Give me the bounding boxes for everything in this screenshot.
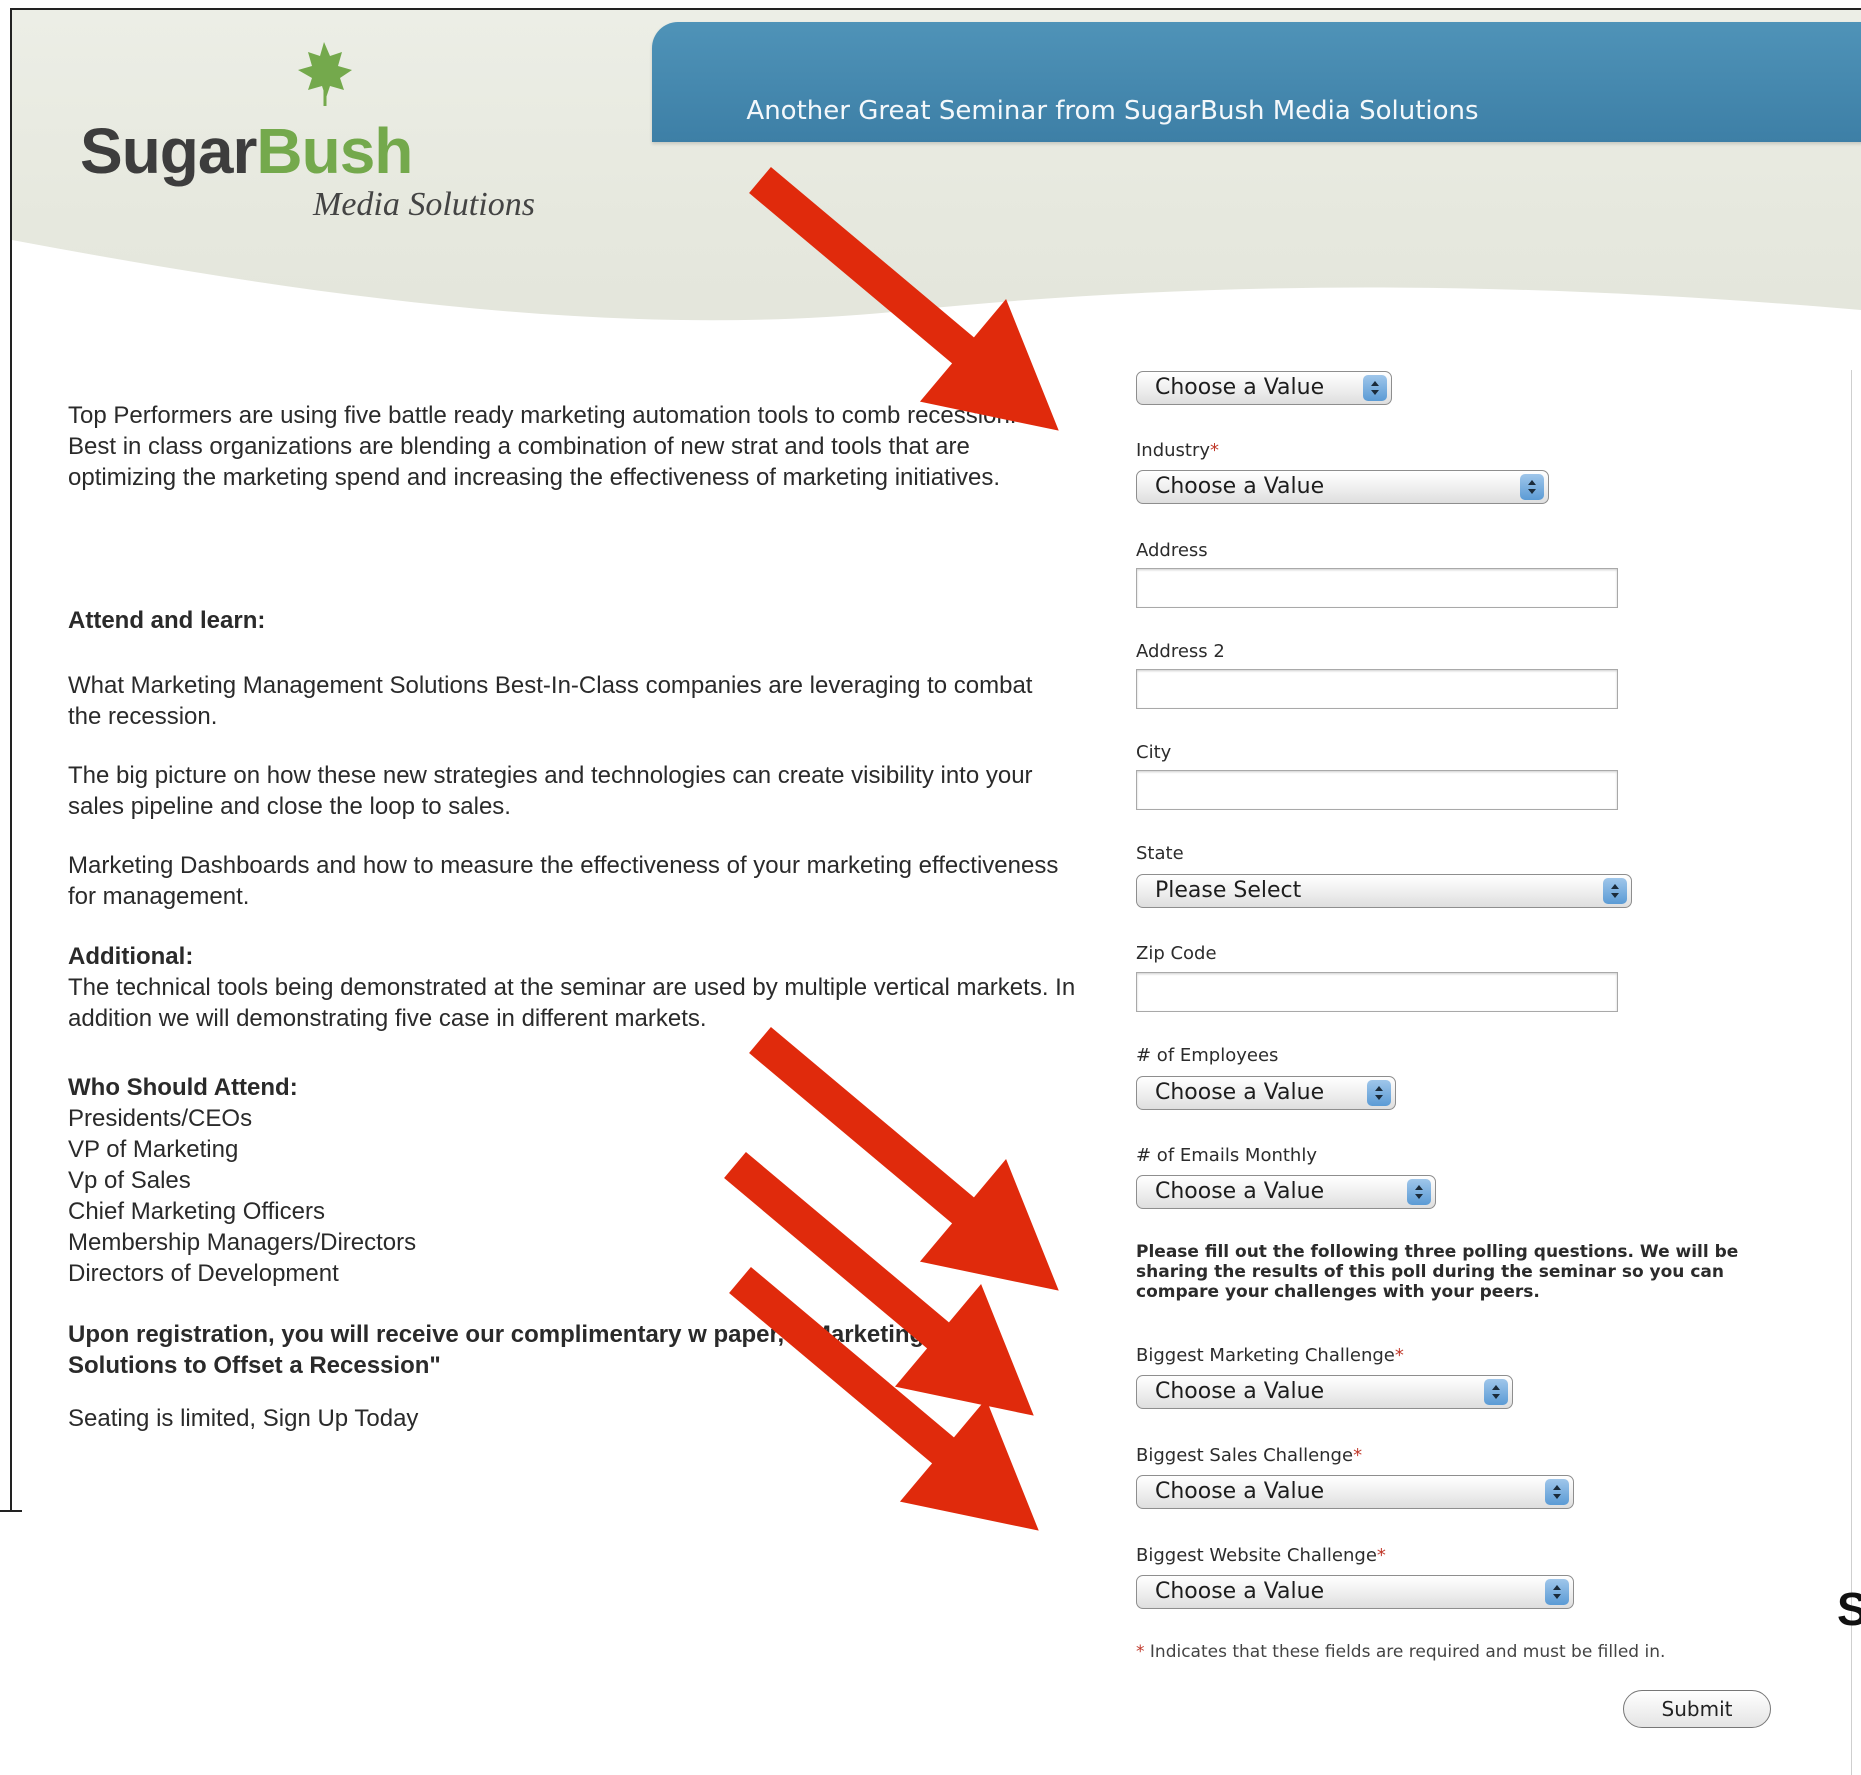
industry-select-value: Choose a Value <box>1155 474 1325 499</box>
required-marker: * <box>1376 1545 1386 1566</box>
address-label: Address <box>1136 540 1208 561</box>
select-arrows-icon <box>1484 1379 1508 1405</box>
additional-heading: Additional: <box>68 943 194 970</box>
attend-heading: Attend and learn: <box>68 607 266 634</box>
emails-select[interactable]: Choose a Value <box>1136 1175 1436 1209</box>
learn-point: Marketing Dashboards and how to measure … <box>68 852 1059 910</box>
address2-field[interactable] <box>1136 669 1618 709</box>
marketing-challenge-select[interactable]: Choose a Value <box>1136 1375 1513 1409</box>
additional-text: The technical tools being demonstrated a… <box>68 974 1076 1032</box>
intro-paragraph: Top Performers are using five battle rea… <box>68 402 1017 491</box>
zip-label: Zip Code <box>1136 943 1217 964</box>
website-challenge-label-text: Biggest Website Challenge <box>1136 1545 1377 1566</box>
seating-text: Seating is limited, Sign Up Today <box>68 1405 419 1432</box>
website-challenge-select[interactable]: Choose a Value <box>1136 1575 1574 1609</box>
cut-off-letter: S <box>1837 1583 1861 1635</box>
who-item: Presidents/CEOs <box>68 1105 253 1132</box>
zip-field[interactable] <box>1136 972 1618 1012</box>
top-select[interactable]: Choose a Value <box>1136 371 1392 405</box>
emails-label: # of Emails Monthly <box>1136 1145 1317 1166</box>
who-item: Chief Marketing Officers <box>68 1198 325 1225</box>
who-item: VP of Marketing <box>68 1136 239 1163</box>
marketing-challenge-value: Choose a Value <box>1155 1379 1325 1404</box>
select-arrows-icon <box>1407 1179 1431 1205</box>
select-arrows-icon <box>1545 1579 1569 1605</box>
website-challenge-label: Biggest Website Challenge* <box>1136 1545 1386 1566</box>
address2-label: Address 2 <box>1136 641 1225 662</box>
submit-button[interactable]: Submit <box>1623 1690 1771 1728</box>
required-note: * Indicates that these fields are requir… <box>1136 1642 1665 1662</box>
top-select-value: Choose a Value <box>1155 375 1325 400</box>
sales-challenge-label-text: Biggest Sales Challenge <box>1136 1445 1354 1466</box>
learn-point: The big picture on how these new strateg… <box>68 762 1033 820</box>
poll-intro: Please fill out the following three poll… <box>1136 1242 1739 1302</box>
sales-challenge-select[interactable]: Choose a Value <box>1136 1475 1574 1509</box>
who-heading: Who Should Attend: <box>68 1074 298 1101</box>
employees-select-value: Choose a Value <box>1155 1080 1325 1105</box>
emails-select-value: Choose a Value <box>1155 1179 1325 1204</box>
state-select[interactable]: Please Select <box>1136 874 1632 908</box>
industry-label: Industry* <box>1136 440 1219 461</box>
state-label: State <box>1136 843 1184 864</box>
website-challenge-value: Choose a Value <box>1155 1579 1325 1604</box>
address-field[interactable] <box>1136 568 1618 608</box>
select-arrows-icon <box>1363 375 1387 401</box>
city-field[interactable] <box>1136 770 1618 810</box>
required-marker: * <box>1210 440 1220 461</box>
required-marker: * <box>1353 1445 1363 1466</box>
state-select-value: Please Select <box>1155 878 1302 903</box>
learn-point: What Marketing Management Solutions Best… <box>68 672 1033 730</box>
select-arrows-icon <box>1367 1080 1391 1106</box>
employees-label: # of Employees <box>1136 1045 1279 1066</box>
marketing-challenge-label-text: Biggest Marketing Challenge <box>1136 1345 1395 1366</box>
who-item: Directors of Development <box>68 1260 339 1287</box>
content-divider <box>1851 370 1852 1775</box>
required-marker: * <box>1136 1642 1145 1662</box>
frame-bottom-edge <box>0 1510 22 1512</box>
registration-text: Upon registration, you will receive our … <box>68 1321 925 1379</box>
required-note-text: Indicates that these fields are required… <box>1149 1642 1666 1662</box>
select-arrows-icon <box>1603 878 1627 904</box>
required-marker: * <box>1394 1345 1404 1366</box>
select-arrows-icon <box>1545 1479 1569 1505</box>
who-item: Vp of Sales <box>68 1167 191 1194</box>
sales-challenge-value: Choose a Value <box>1155 1479 1325 1504</box>
industry-label-text: Industry <box>1136 440 1211 461</box>
select-arrows-icon <box>1520 474 1544 500</box>
industry-select[interactable]: Choose a Value <box>1136 470 1549 504</box>
city-label: City <box>1136 742 1172 763</box>
marketing-challenge-label: Biggest Marketing Challenge* <box>1136 1345 1404 1366</box>
employees-select[interactable]: Choose a Value <box>1136 1076 1396 1110</box>
who-item: Membership Managers/Directors <box>68 1229 417 1256</box>
sales-challenge-label: Biggest Sales Challenge* <box>1136 1445 1362 1466</box>
